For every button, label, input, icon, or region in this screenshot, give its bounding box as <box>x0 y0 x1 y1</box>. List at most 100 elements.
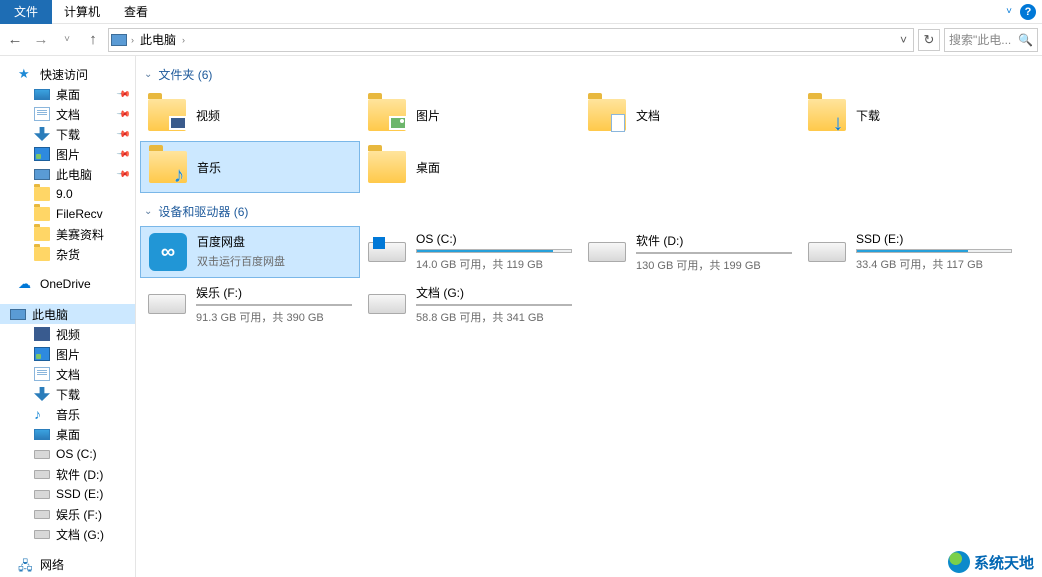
drive-baidu[interactable]: ∞ 百度网盘 双击运行百度网盘 <box>140 226 360 278</box>
drive-icon <box>34 450 50 459</box>
address-bar[interactable]: › 此电脑 › ˅ <box>108 28 914 52</box>
sidebar-meisai[interactable]: 美赛资料 <box>0 224 135 244</box>
drive-f[interactable]: 娱乐 (F:) 91.3 GB 可用，共 390 GB <box>140 278 360 330</box>
folder-label: 视频 <box>196 107 220 124</box>
folder-documents[interactable]: 文档 <box>580 89 800 141</box>
drive-icon <box>34 470 50 479</box>
sidebar-item-label: 文档 (G:) <box>56 526 104 543</box>
folder-desktop[interactable]: 桌面 <box>360 141 580 193</box>
drive-label: 文档 (G:) <box>416 284 572 301</box>
folder-label: 下载 <box>856 107 880 124</box>
sidebar-this-pc-pinned[interactable]: 此电脑📌 <box>0 164 135 184</box>
pin-icon: 📌 <box>116 106 132 122</box>
sidebar-drive-d[interactable]: 软件 (D:) <box>0 464 135 484</box>
menubar: 文件 计算机 查看 ˅ ? <box>0 0 1042 24</box>
folder-music[interactable]: ♪ 音乐 <box>140 141 360 193</box>
pin-icon: 📌 <box>116 86 132 102</box>
sidebar-item-label: 网络 <box>40 556 64 573</box>
chevron-down-icon: ⌄ <box>144 206 152 217</box>
group-header-drives[interactable]: ⌄ 设备和驱动器 (6) <box>140 201 1038 226</box>
search-box[interactable]: 搜索"此电... 🔍 <box>944 28 1038 52</box>
capacity-bar <box>416 304 572 306</box>
sidebar-item-label: 下载 <box>56 126 80 143</box>
baidu-icon: ∞ <box>149 233 187 271</box>
sidebar-zahuo[interactable]: 杂货 <box>0 244 135 264</box>
sidebar-downloads[interactable]: 下载📌 <box>0 124 135 144</box>
sidebar-drive-f[interactable]: 娱乐 (F:) <box>0 504 135 524</box>
chevron-down-icon: ⌄ <box>144 69 152 80</box>
menu-view[interactable]: 查看 <box>112 0 160 24</box>
back-button[interactable]: ← <box>4 29 26 51</box>
drive-icon <box>368 284 406 314</box>
group-label: 文件夹 (6) <box>158 66 212 83</box>
sidebar-item-label: FileRecv <box>56 207 103 221</box>
folder-icon: ♪ <box>149 151 187 183</box>
drive-label: 娱乐 (F:) <box>196 284 352 301</box>
sidebar-item-label: SSD (E:) <box>56 487 103 501</box>
sidebar-item-label: 音乐 <box>56 406 80 423</box>
group-header-folders[interactable]: ⌄ 文件夹 (6) <box>140 64 1038 89</box>
drive-label: SSD (E:) <box>856 232 1012 246</box>
drive-e[interactable]: SSD (E:) 33.4 GB 可用，共 117 GB <box>800 226 1020 278</box>
menu-file[interactable]: 文件 <box>0 0 52 24</box>
ribbon-expand-icon[interactable]: ˅ <box>1006 6 1012 17</box>
history-dropdown[interactable]: ˅ <box>56 29 78 51</box>
sidebar-drive-c[interactable]: OS (C:) <box>0 444 135 464</box>
breadcrumb[interactable]: 此电脑 <box>138 31 178 48</box>
sidebar-item-label: 图片 <box>56 146 80 163</box>
menu-computer[interactable]: 计算机 <box>52 0 112 24</box>
sidebar-item-label: 文档 <box>56 106 80 123</box>
address-dropdown-icon[interactable]: ˅ <box>900 33 907 47</box>
sidebar-desktop2[interactable]: 桌面 <box>0 424 135 444</box>
drive-g[interactable]: 文档 (G:) 58.8 GB 可用，共 341 GB <box>360 278 580 330</box>
sidebar-this-pc[interactable]: 此电脑 <box>0 304 135 324</box>
sidebar-folder-90[interactable]: 9.0 <box>0 184 135 204</box>
refresh-button[interactable]: ↻ <box>918 29 940 51</box>
sidebar-desktop[interactable]: 桌面📌 <box>0 84 135 104</box>
onedrive-icon: ☁ <box>18 277 34 291</box>
pictures-icon <box>34 347 50 361</box>
drive-subtitle: 双击运行百度网盘 <box>197 253 351 269</box>
folder-downloads[interactable]: ↓下载 <box>800 89 1020 141</box>
sidebar-music[interactable]: ♪音乐 <box>0 404 135 424</box>
sidebar-drive-e[interactable]: SSD (E:) <box>0 484 135 504</box>
video-icon <box>34 327 50 341</box>
sidebar-documents2[interactable]: 文档 <box>0 364 135 384</box>
sidebar-drive-g[interactable]: 文档 (G:) <box>0 524 135 544</box>
sidebar-filerecv[interactable]: FileRecv <box>0 204 135 224</box>
drive-d[interactable]: 软件 (D:) 130 GB 可用，共 199 GB <box>580 226 800 278</box>
desktop-icon <box>34 89 50 100</box>
folder-pictures[interactable]: 图片 <box>360 89 580 141</box>
sidebar-item-label: 此电脑 <box>56 166 92 183</box>
forward-button[interactable]: → <box>30 29 52 51</box>
sidebar-downloads2[interactable]: 下载 <box>0 384 135 404</box>
sidebar-documents[interactable]: 文档 📌 <box>0 104 135 124</box>
sidebar-item-label: OS (C:) <box>56 447 97 461</box>
sidebar-pictures[interactable]: 图片📌 <box>0 144 135 164</box>
up-button[interactable]: ↑ <box>82 29 104 51</box>
breadcrumb-sep-icon: › <box>131 35 134 45</box>
watermark-text: 系统天地 <box>974 552 1034 573</box>
drive-c[interactable]: OS (C:) 14.0 GB 可用，共 119 GB <box>360 226 580 278</box>
sidebar-item-label: 下载 <box>56 386 80 403</box>
sidebar-onedrive[interactable]: ☁ OneDrive <box>0 274 135 294</box>
sidebar-pictures2[interactable]: 图片 <box>0 344 135 364</box>
sidebar-item-label: 图片 <box>56 346 80 363</box>
folder-videos[interactable]: 视频 <box>140 89 360 141</box>
sidebar-network[interactable]: 🖧网络 <box>0 554 135 574</box>
video-overlay-icon <box>169 116 187 130</box>
search-placeholder: 搜索"此电... <box>949 31 1011 48</box>
document-icon <box>34 367 50 381</box>
folder-icon <box>368 99 406 131</box>
folder-label: 音乐 <box>197 159 221 176</box>
drive-icon <box>34 530 50 539</box>
sidebar-item-label: OneDrive <box>40 277 91 291</box>
pictures-icon <box>34 147 50 161</box>
sidebar-videos[interactable]: 视频 <box>0 324 135 344</box>
drive-icon <box>368 232 406 262</box>
download-icon <box>34 387 50 401</box>
help-icon[interactable]: ? <box>1020 4 1036 20</box>
drive-icon <box>808 232 846 262</box>
sidebar-quick-access[interactable]: ★快速访问 <box>0 64 135 84</box>
folder-icon <box>34 227 50 241</box>
